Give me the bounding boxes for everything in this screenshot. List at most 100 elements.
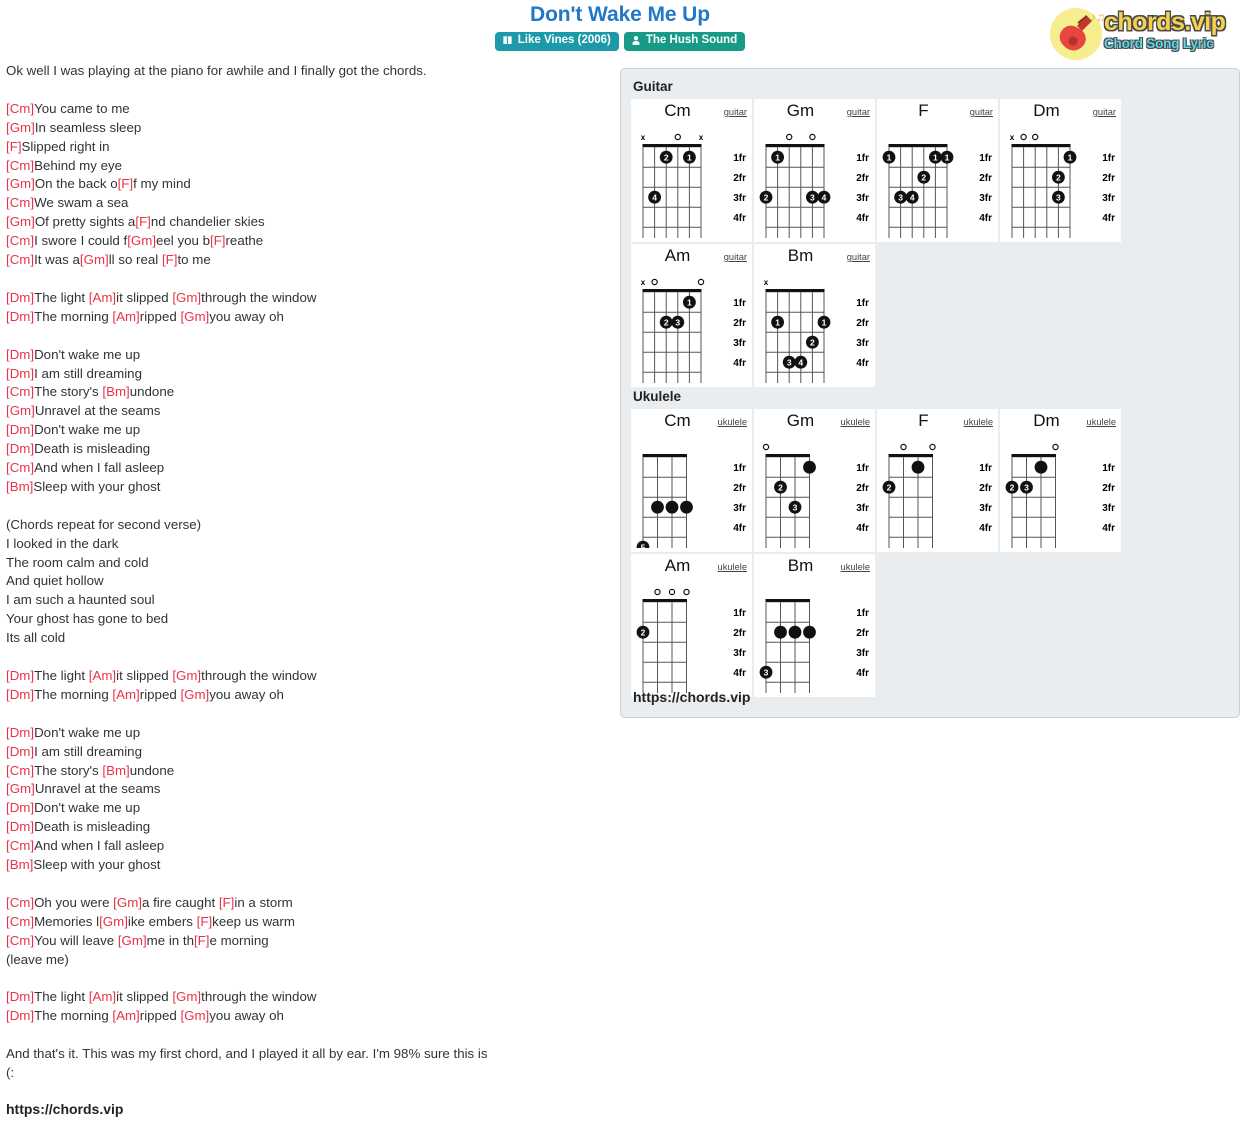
- chord-marker[interactable]: [Cm]: [6, 233, 34, 248]
- instrument-link[interactable]: guitar: [724, 252, 747, 262]
- chord-marker[interactable]: [Dm]: [6, 800, 34, 815]
- chord-marker[interactable]: [Cm]: [6, 895, 34, 910]
- chord-card[interactable]: Bm ukulele 3 1fr 2fr 3fr 4fr: [754, 554, 875, 697]
- chord-marker[interactable]: [Cm]: [6, 195, 34, 210]
- chord-marker[interactable]: [Gm]: [99, 914, 128, 929]
- chord-marker[interactable]: [F]: [219, 895, 235, 910]
- chord-marker[interactable]: [Dm]: [6, 744, 34, 759]
- chord-marker[interactable]: [Bm]: [6, 479, 33, 494]
- lyric-line: [Dm]Don't wake me up: [6, 799, 606, 818]
- site-logo[interactable]: ♪♫ chords.vip Chord Song Lyric: [1042, 6, 1232, 62]
- chord-card[interactable]: Gm guitar 1 2 3 4 1fr 2fr 3fr 4fr: [754, 99, 875, 242]
- chord-card[interactable]: Fguitar 1 1 1 2 3 4 1fr 2fr 3fr 4fr: [877, 99, 998, 242]
- chord-marker[interactable]: [Cm]: [6, 158, 34, 173]
- chord-card[interactable]: Fukulele 2 1fr 2fr 3fr 4fr: [877, 409, 998, 552]
- chord-marker[interactable]: [F]: [162, 252, 178, 267]
- lyric-text: The morning: [34, 686, 113, 702]
- chord-marker[interactable]: [Dm]: [6, 366, 34, 381]
- chord-marker[interactable]: [Dm]: [6, 290, 34, 305]
- chord-marker[interactable]: [F]: [118, 176, 134, 191]
- artist-badge[interactable]: The Hush Sound: [623, 32, 746, 51]
- chord-marker[interactable]: [Dm]: [6, 819, 34, 834]
- chord-marker[interactable]: [Gm]: [172, 290, 201, 305]
- chord-marker[interactable]: [Cm]: [6, 914, 34, 929]
- lyric-line: [6, 497, 606, 516]
- chord-card[interactable]: Am ukulele 2 1fr 2fr 3fr 4fr: [631, 554, 752, 697]
- panel-url[interactable]: https://chords.vip: [633, 689, 750, 705]
- chord-marker[interactable]: [Am]: [112, 309, 139, 324]
- chord-marker[interactable]: [Dm]: [6, 668, 34, 683]
- chord-marker[interactable]: [Cm]: [6, 384, 34, 399]
- chord-marker[interactable]: [Gm]: [6, 781, 35, 796]
- chord-marker[interactable]: [Dm]: [6, 309, 34, 324]
- chord-marker[interactable]: [Gm]: [180, 1008, 209, 1023]
- chord-card[interactable]: Dm ukulele 2 3 1fr 2fr 3fr 4fr: [1000, 409, 1121, 552]
- chord-card[interactable]: Cm guitar x x 2 1 4 1fr 2fr 3fr 4fr: [631, 99, 752, 242]
- chord-marker[interactable]: [Bm]: [102, 384, 129, 399]
- chord-card[interactable]: Cm ukulele 5 1fr 2fr 3fr 4fr: [631, 409, 752, 552]
- chord-marker[interactable]: [Gm]: [80, 252, 109, 267]
- chord-marker[interactable]: [Dm]: [6, 725, 34, 740]
- chord-marker[interactable]: [Gm]: [127, 233, 156, 248]
- chord-marker[interactable]: [Gm]: [118, 933, 147, 948]
- lyric-text: Don't wake me up: [34, 800, 141, 816]
- lyric-text: You came to me: [34, 100, 130, 116]
- instrument-link[interactable]: ukulele: [1087, 417, 1116, 427]
- chord-marker[interactable]: [Gm]: [6, 403, 35, 418]
- lyrics-footer-url[interactable]: https://chords.vip: [6, 1101, 606, 1117]
- chord-marker[interactable]: [F]: [210, 233, 226, 248]
- chord-marker[interactable]: [F]: [135, 214, 151, 229]
- chord-marker[interactable]: [Cm]: [6, 933, 34, 948]
- lyric-text: me in th: [146, 932, 194, 948]
- instrument-link[interactable]: guitar: [724, 107, 747, 117]
- chord-marker[interactable]: [Am]: [112, 687, 139, 702]
- chord-marker[interactable]: [Gm]: [6, 176, 35, 191]
- instrument-link[interactable]: guitar: [847, 107, 870, 117]
- instrument-link[interactable]: guitar: [1093, 107, 1116, 117]
- chord-marker[interactable]: [Dm]: [6, 422, 34, 437]
- chord-marker[interactable]: [F]: [194, 933, 210, 948]
- chord-marker[interactable]: [Gm]: [113, 895, 142, 910]
- chord-marker[interactable]: [Cm]: [6, 252, 34, 267]
- instrument-link[interactable]: ukulele: [718, 417, 747, 427]
- chord-marker[interactable]: [Am]: [112, 1008, 139, 1023]
- chord-marker[interactable]: [F]: [6, 139, 22, 154]
- chord-marker[interactable]: [Gm]: [6, 214, 35, 229]
- chord-marker[interactable]: [Cm]: [6, 460, 34, 475]
- chord-marker[interactable]: [Bm]: [102, 763, 129, 778]
- chord-marker[interactable]: [Gm]: [180, 687, 209, 702]
- chord-marker[interactable]: [Am]: [89, 989, 116, 1004]
- instrument-link[interactable]: guitar: [970, 107, 993, 117]
- chord-marker[interactable]: [Cm]: [6, 101, 34, 116]
- lyric-line: [Cm]I swore I could f[Gm]eel you b[F]rea…: [6, 232, 606, 251]
- chord-marker[interactable]: [Dm]: [6, 989, 34, 1004]
- instrument-link[interactable]: ukulele: [964, 417, 993, 427]
- chord-marker[interactable]: [Am]: [89, 668, 116, 683]
- lyric-text: The story's: [34, 384, 103, 400]
- chord-fretboard-diagram: 1 1 1 2 3 4 1fr 2fr 3fr 4fr: [881, 123, 994, 238]
- chord-marker[interactable]: [Dm]: [6, 1008, 34, 1023]
- instrument-link[interactable]: ukulele: [718, 562, 747, 572]
- album-badge[interactable]: Like Vines (2006): [494, 32, 619, 51]
- chord-card[interactable]: Gm ukulele 2 3 1fr 2fr 3fr 4fr: [754, 409, 875, 552]
- instrument-link[interactable]: ukulele: [841, 417, 870, 427]
- chord-marker[interactable]: [Gm]: [180, 309, 209, 324]
- chord-marker[interactable]: [Dm]: [6, 441, 34, 456]
- chord-marker[interactable]: [Gm]: [172, 989, 201, 1004]
- chord-marker[interactable]: [Am]: [89, 290, 116, 305]
- chord-marker[interactable]: [Gm]: [6, 120, 35, 135]
- instrument-link[interactable]: guitar: [847, 252, 870, 262]
- chord-marker[interactable]: [F]: [197, 914, 213, 929]
- instrument-link[interactable]: ukulele: [841, 562, 870, 572]
- chord-marker[interactable]: [Dm]: [6, 347, 34, 362]
- svg-text:2: 2: [778, 483, 783, 493]
- chord-marker[interactable]: [Cm]: [6, 838, 34, 853]
- lyric-text: The room calm and cold: [6, 554, 149, 570]
- chord-marker[interactable]: [Gm]: [172, 668, 201, 683]
- chord-card[interactable]: Am guitar x 1 2 3 1fr 2fr 3fr 4fr: [631, 244, 752, 387]
- chord-card[interactable]: Bm guitar x 1 1 2 3 4 1fr 2fr 3fr 4fr: [754, 244, 875, 387]
- chord-marker[interactable]: [Bm]: [6, 857, 33, 872]
- chord-marker[interactable]: [Cm]: [6, 763, 34, 778]
- chord-card[interactable]: Dm guitar x 1 2 3 1fr 2fr 3fr 4fr: [1000, 99, 1121, 242]
- chord-marker[interactable]: [Dm]: [6, 687, 34, 702]
